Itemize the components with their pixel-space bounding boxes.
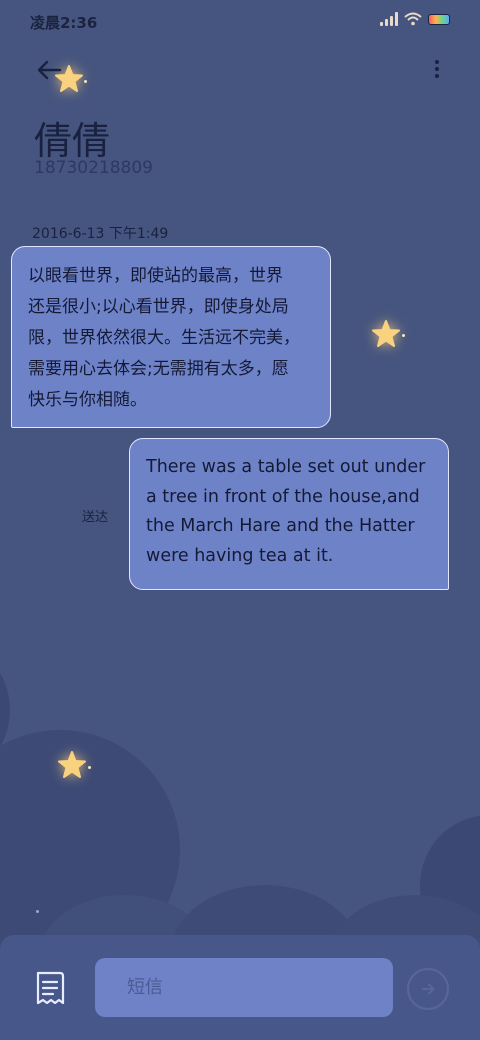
sparkle-icon [402,334,405,337]
delivery-status: 送达 [82,510,109,525]
status-time: 凌晨2:36 [30,14,98,32]
status-icons [380,12,450,26]
back-arrow-icon[interactable] [34,54,66,86]
star-icon [371,319,401,349]
message-line: 需要用心去体会;无需拥有太多，愿 [28,359,289,379]
message-timestamp: 2016-6-13 下午1:49 [32,226,169,242]
message-line: were having tea at it. [146,545,334,566]
signal-icon [380,12,398,26]
message-line: a tree in front of the house,and [146,486,420,507]
battery-icon [428,13,450,25]
status-bar: 凌晨2:36 [0,0,480,40]
message-line: 快乐与你相随。 [28,390,147,410]
send-button[interactable] [407,968,449,1010]
outgoing-message-bubble[interactable]: There was a table set out under a tree i… [129,438,449,590]
incoming-message-bubble[interactable]: 以眼看世界，即使站的最高，世界 还是很小;以心看世界，即使身处局 限，世界依然很… [11,246,331,428]
message-line: 限，世界依然很大。生活远不完美， [28,328,300,348]
top-bar [0,50,480,90]
message-line: 还是很小;以心看世界，即使身处局 [28,297,289,317]
sparkle-icon [36,910,39,913]
contact-name: 倩倩 [34,119,111,163]
message-line: There was a table set out under [146,457,426,477]
star-icon [57,750,87,780]
contact-number[interactable]: 18730218809 [34,158,153,178]
message-composer [0,935,480,1040]
message-template-icon[interactable] [34,969,66,1007]
message-line: the March Hare and the Hatter [146,516,415,536]
send-icon [421,983,435,995]
wifi-icon [404,12,422,26]
more-vertical-icon[interactable] [432,56,442,82]
sms-input[interactable] [95,958,393,1017]
sparkle-icon [88,766,91,769]
message-line: 以眼看世界，即使站的最高，世界 [28,266,283,286]
